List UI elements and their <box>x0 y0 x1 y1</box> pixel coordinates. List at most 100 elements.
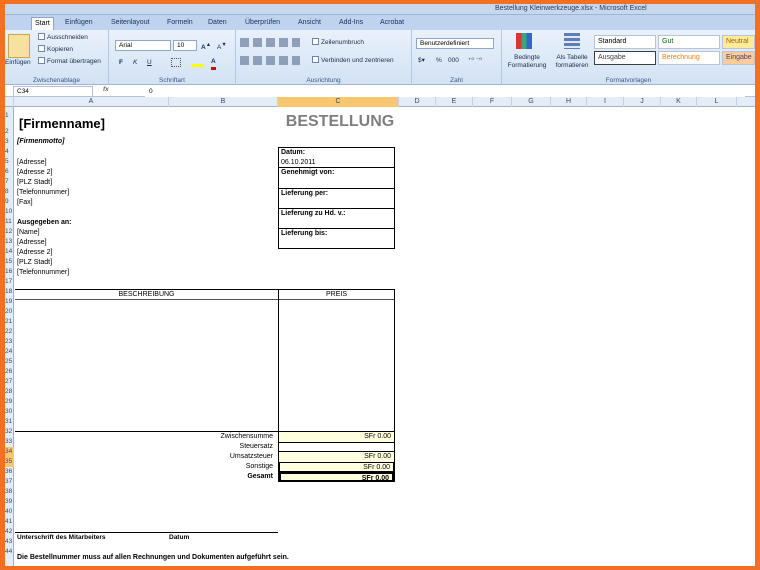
row-header[interactable]: 1 <box>5 111 14 121</box>
number-format-select[interactable]: Benutzerdefiniert <box>416 38 494 49</box>
row-header[interactable]: 30 <box>5 407 14 417</box>
row-header[interactable]: 5 <box>5 157 14 167</box>
description-header[interactable]: BESCHREIBUNG <box>15 290 278 300</box>
row-header[interactable]: 17 <box>5 277 14 287</box>
vertical-align-icons[interactable] <box>240 38 300 47</box>
format-as-table-button[interactable]: Als Tabelle formatieren <box>552 54 592 70</box>
style-calculation[interactable]: Berechnung <box>658 51 720 65</box>
thousands-button[interactable]: 000 <box>448 56 459 66</box>
recipient-line[interactable]: [PLZ Stadt] <box>17 258 52 268</box>
company-motto[interactable]: [Firmenmotto] <box>17 137 64 147</box>
subtotal-label[interactable]: Zwischensumme <box>15 432 273 442</box>
italic-button[interactable]: K <box>133 58 137 68</box>
column-header[interactable]: J <box>624 97 661 107</box>
tab-data[interactable]: Daten <box>205 17 230 30</box>
column-header[interactable]: B <box>169 97 278 107</box>
row-header[interactable]: 7 <box>5 177 14 187</box>
tab-review[interactable]: Überprüfen <box>242 17 283 30</box>
recipient-line[interactable]: [Telefonnummer] <box>17 268 69 278</box>
horizontal-align-icons[interactable] <box>240 56 300 65</box>
row-header[interactable]: 41 <box>5 517 14 527</box>
recipient-line[interactable]: [Adresse 2] <box>17 248 52 258</box>
row-header[interactable]: 44 <box>5 547 14 557</box>
row-header[interactable]: 38 <box>5 487 14 497</box>
row-header[interactable]: 25 <box>5 357 14 367</box>
row-header[interactable]: 21 <box>5 317 14 327</box>
row-header[interactable]: 37 <box>5 477 14 487</box>
tab-page-layout[interactable]: Seitenlayout <box>108 17 153 30</box>
approved-by-label[interactable]: Genehmigt von: <box>281 168 334 178</box>
row-header[interactable]: 28 <box>5 387 14 397</box>
decimal-icons[interactable]: ⁺⁰ ⁻⁰ <box>468 56 482 66</box>
other-value[interactable]: SFr 0.00 <box>279 462 394 472</box>
table-format-icon[interactable] <box>564 33 580 49</box>
row-header[interactable]: 20 <box>5 307 14 317</box>
column-header[interactable]: F <box>473 97 512 107</box>
name-box[interactable]: C34 <box>13 86 93 97</box>
deliver-attn-label[interactable]: Lieferung zu Hd. v.: <box>281 209 345 219</box>
conditional-format-button[interactable]: Bedingte Formatierung <box>504 54 550 70</box>
row-header[interactable]: 43 <box>5 537 14 547</box>
recipient-line[interactable]: [Adresse] <box>17 238 47 248</box>
footer-note[interactable]: Die Bestellnummer muss auf allen Rechnun… <box>17 553 289 563</box>
row-header[interactable]: 26 <box>5 367 14 377</box>
column-header[interactable]: D <box>399 97 436 107</box>
row-header[interactable]: 34 <box>5 447 14 457</box>
style-standard[interactable]: Standard <box>594 35 656 49</box>
row-header[interactable]: 11 <box>5 217 14 227</box>
address-line[interactable]: [Adresse 2] <box>17 168 52 178</box>
row-header[interactable]: 29 <box>5 397 14 407</box>
tab-insert[interactable]: Einfügen <box>62 17 96 30</box>
row-header[interactable]: 9 <box>5 197 14 207</box>
column-header[interactable]: K <box>661 97 697 107</box>
row-header[interactable]: 18 <box>5 287 14 297</box>
row-header[interactable]: 31 <box>5 417 14 427</box>
bold-button[interactable]: F <box>119 58 123 68</box>
row-header[interactable]: 27 <box>5 377 14 387</box>
total-label[interactable]: Gesamt <box>15 472 273 482</box>
paste-icon[interactable] <box>8 34 30 58</box>
tab-formulas[interactable]: Formeln <box>164 17 196 30</box>
signature-label[interactable]: Unterschrift des Mitarbeiters <box>17 533 106 543</box>
style-good[interactable]: Gut <box>658 35 720 49</box>
other-label[interactable]: Sonstige <box>15 462 273 472</box>
row-header[interactable]: 36 <box>5 467 14 477</box>
merge-center-button[interactable]: Verbinden und zentrieren <box>312 56 394 66</box>
column-header[interactable]: I <box>587 97 624 107</box>
row-header[interactable]: 6 <box>5 167 14 177</box>
grow-font-button[interactable]: A▲ <box>201 40 211 53</box>
row-header[interactable]: 32 <box>5 427 14 437</box>
issued-to-label[interactable]: Ausgegeben an: <box>17 218 71 228</box>
worksheet[interactable]: [Firmenname] BESTELLUNG [Firmenmotto] [A… <box>15 107 755 566</box>
deliver-by-label[interactable]: Lieferung bis: <box>281 229 327 239</box>
row-header[interactable]: 35 <box>5 457 14 467</box>
percent-button[interactable]: % <box>436 56 442 66</box>
date-label[interactable]: Datum: <box>281 148 305 158</box>
column-header[interactable]: E <box>436 97 473 107</box>
border-icon[interactable] <box>171 58 181 67</box>
column-header[interactable]: H <box>551 97 587 107</box>
total-value[interactable]: SFr 0.00 <box>279 472 394 482</box>
row-header[interactable]: 3 <box>5 137 14 147</box>
copy-button[interactable]: Kopieren <box>38 45 73 55</box>
conditional-format-icon[interactable] <box>516 33 532 49</box>
price-header[interactable]: PREIS <box>278 290 395 300</box>
row-header[interactable]: 2 <box>5 127 14 137</box>
row-header[interactable]: 42 <box>5 527 14 537</box>
company-name[interactable]: [Firmenname] <box>19 116 105 132</box>
tab-start[interactable]: Start <box>31 17 54 30</box>
shrink-font-button[interactable]: A▼ <box>217 40 227 53</box>
row-header[interactable]: 14 <box>5 247 14 257</box>
row-header[interactable]: 33 <box>5 437 14 447</box>
format-painter-button[interactable]: Format übertragen <box>38 57 101 67</box>
row-header[interactable]: 40 <box>5 507 14 517</box>
font-size-select[interactable]: 10 <box>173 40 197 51</box>
tax-rate-label[interactable]: Steuersatz <box>15 442 273 452</box>
delivery-via-label[interactable]: Lieferung per: <box>281 189 328 199</box>
subtotal-value[interactable]: SFr 0.00 <box>279 432 394 442</box>
sales-tax-label[interactable]: Umsatzsteuer <box>15 452 273 462</box>
row-header[interactable]: 39 <box>5 497 14 507</box>
formula-input[interactable]: 0 <box>145 86 745 97</box>
address-line[interactable]: [PLZ Stadt] <box>17 178 52 188</box>
tab-view[interactable]: Ansicht <box>295 17 324 30</box>
